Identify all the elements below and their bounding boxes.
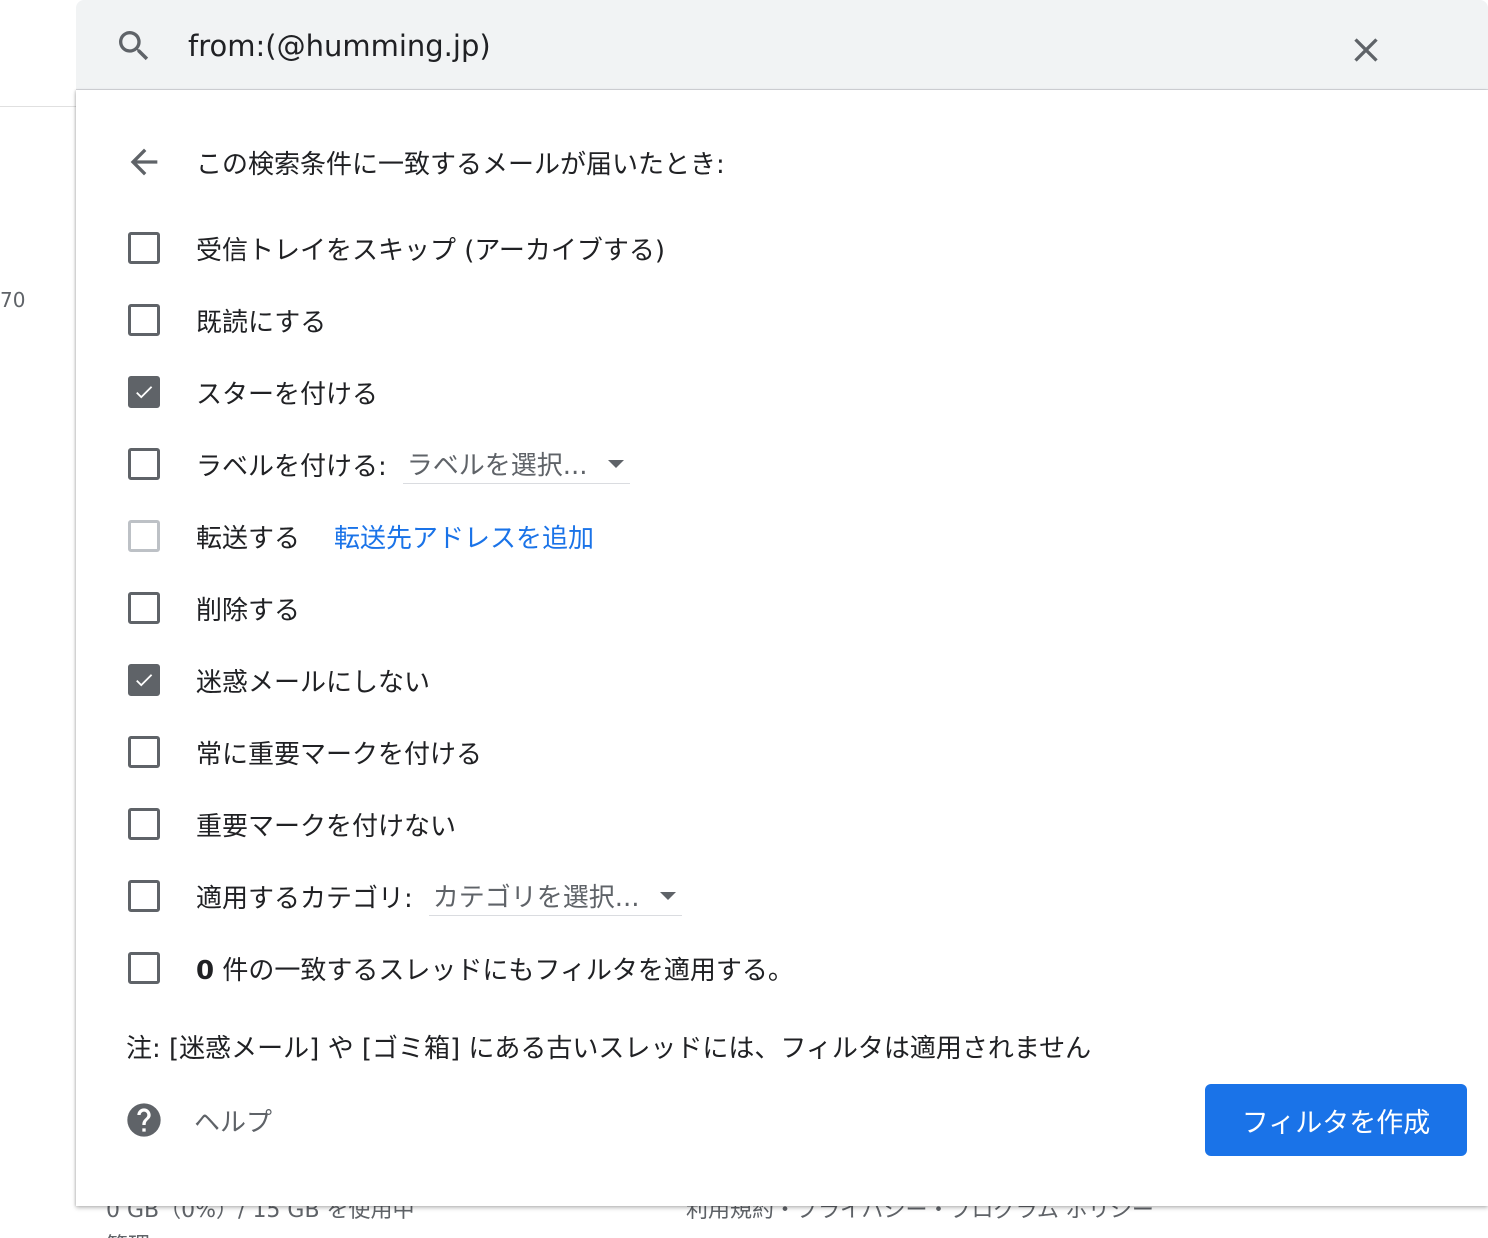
option-label: 転送する <box>196 523 301 554</box>
star-checkbox[interactable] <box>128 376 160 408</box>
option-star[interactable]: スターを付ける <box>128 372 378 412</box>
help-link[interactable]: ヘルプ <box>194 1102 272 1139</box>
always-important-checkbox[interactable] <box>128 736 160 768</box>
option-label: 0 件の一致するスレッドにもフィルタを適用する。 <box>196 950 794 987</box>
never-spam-checkbox[interactable] <box>128 664 160 696</box>
search-input[interactable] <box>188 22 1288 70</box>
option-label: 常に重要マークを付ける <box>196 739 483 770</box>
option-label: 受信トレイをスキップ (アーカイブする) <box>196 235 665 266</box>
help-row[interactable]: ヘルプ <box>124 1100 272 1140</box>
option-never-important[interactable]: 重要マークを付けない <box>128 804 456 844</box>
option-label: 既読にする <box>196 307 327 338</box>
help-icon[interactable] <box>124 1100 164 1140</box>
forward-checkbox[interactable] <box>128 520 160 552</box>
checkmark-icon <box>136 386 153 399</box>
category-select[interactable]: カテゴリを選択... <box>428 876 682 916</box>
manage-link: 管理 <box>106 1228 150 1238</box>
option-category[interactable]: 適用するカテゴリ: カテゴリを選択... <box>128 876 682 916</box>
option-label: スターを付ける <box>196 379 379 410</box>
option-forward[interactable]: 転送する 転送先アドレスを追加 <box>128 516 594 556</box>
delete-checkbox[interactable] <box>128 592 160 624</box>
option-label: 適用するカテゴリ: <box>196 883 413 914</box>
option-apply-label[interactable]: ラベルを付ける: ラベルを選択... <box>128 444 630 484</box>
match-count: 0 <box>196 955 215 986</box>
option-label: 重要マークを付けない <box>196 811 457 842</box>
label-select-value: ラベルを選択... <box>406 451 588 481</box>
apply-label-checkbox[interactable] <box>128 448 160 480</box>
add-forwarding-address-link[interactable]: 転送先アドレスを追加 <box>334 518 594 555</box>
dropdown-arrow-icon <box>659 891 676 900</box>
option-mark-read[interactable]: 既読にする <box>128 300 326 340</box>
background-divider <box>0 106 76 107</box>
checkmark-icon <box>136 674 153 687</box>
arrow-back-icon[interactable] <box>124 142 164 182</box>
panel-title: この検索条件に一致するメールが届いたとき: <box>196 149 725 180</box>
option-never-spam[interactable]: 迷惑メールにしない <box>128 660 430 700</box>
filter-note: 注: [迷惑メール] や [ゴミ箱] にある古いスレッドには、フィルタは適用され… <box>126 1034 1092 1064</box>
option-label: 迷惑メールにしない <box>196 667 431 698</box>
create-filter-button[interactable]: フィルタを作成 <box>1205 1084 1467 1156</box>
option-apply-existing[interactable]: 0 件の一致するスレッドにもフィルタを適用する。 <box>128 948 794 988</box>
dropdown-arrow-icon <box>607 459 624 468</box>
panel-header: この検索条件に一致するメールが届いたとき: <box>124 142 725 182</box>
option-delete[interactable]: 削除する <box>128 588 300 628</box>
apply-existing-label: 件の一致するスレッドにもフィルタを適用する。 <box>214 955 794 986</box>
never-important-checkbox[interactable] <box>128 808 160 840</box>
option-label: ラベルを付ける: <box>196 451 387 482</box>
background-fragment: 70 <box>0 288 26 312</box>
close-icon[interactable] <box>1346 30 1386 70</box>
category-checkbox[interactable] <box>128 880 160 912</box>
apply-existing-checkbox[interactable] <box>128 952 160 984</box>
option-always-important[interactable]: 常に重要マークを付ける <box>128 732 482 772</box>
option-skip-inbox[interactable]: 受信トレイをスキップ (アーカイブする) <box>128 228 665 268</box>
search-icon[interactable] <box>114 26 154 66</box>
skip-inbox-checkbox[interactable] <box>128 232 160 264</box>
option-label: 削除する <box>196 595 301 626</box>
label-select[interactable]: ラベルを選択... <box>402 444 630 484</box>
mark-read-checkbox[interactable] <box>128 304 160 336</box>
search-bar <box>76 0 1488 90</box>
filter-panel: この検索条件に一致するメールが届いたとき: 受信トレイをスキップ (アーカイブす… <box>76 90 1488 1206</box>
category-select-value: カテゴリを選択... <box>432 883 640 913</box>
